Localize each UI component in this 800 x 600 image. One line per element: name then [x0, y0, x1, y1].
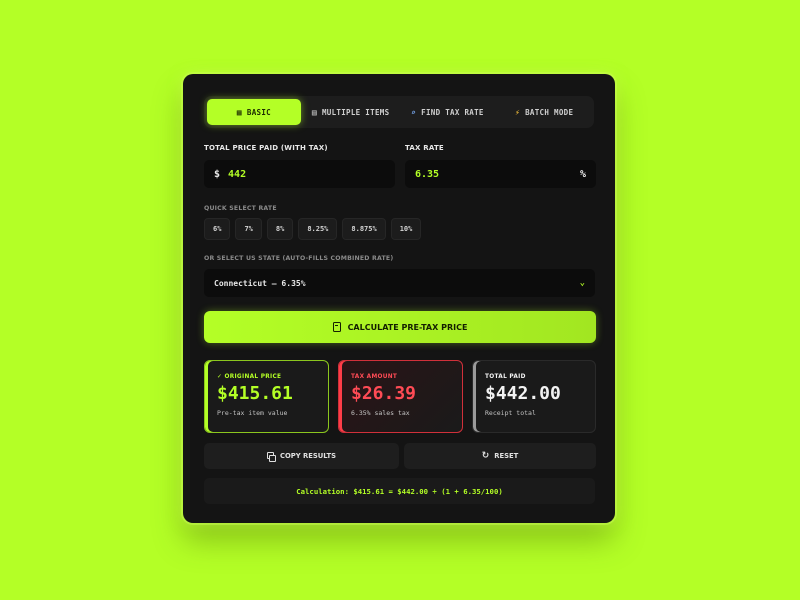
tax-amount-sub: 6.35% sales tax — [351, 409, 410, 417]
state-select[interactable]: Connecticut — 6.35% ⌄ — [204, 269, 595, 297]
list-icon: ▤ — [311, 107, 317, 117]
price-value: 442 — [228, 168, 247, 180]
total-paid-sub: Receipt total — [485, 409, 536, 417]
state-select-label: OR SELECT US STATE (AUTO-FILLS COMBINED … — [204, 255, 394, 262]
currency-symbol: $ — [214, 168, 221, 180]
rate-chip-8-875[interactable]: 8.875% — [342, 218, 386, 240]
total-paid-value: $442.00 — [485, 383, 561, 404]
tab-batch-mode[interactable]: ⚡ BATCH MODE — [497, 99, 591, 125]
copy-icon — [266, 452, 277, 462]
price-label: TOTAL PRICE PAID (WITH TAX) — [204, 144, 328, 152]
calculation-formula: Calculation: $415.61 = $442.00 ÷ (1 + 6.… — [204, 478, 595, 504]
tab-find-tax-rate[interactable]: ⌕ FIND TAX RATE — [401, 99, 495, 125]
rate-chip-6[interactable]: 6% — [204, 218, 231, 240]
tax-amount-title: TAX AMOUNT — [351, 374, 398, 380]
original-price-value: $415.61 — [217, 383, 293, 404]
tab-label: FIND TAX RATE — [421, 107, 484, 117]
calculator-icon — [332, 322, 341, 332]
quick-rate-chips: 6% 7% 8% 8.25% 8.875% 10% — [204, 218, 422, 240]
tab-label: BATCH MODE — [525, 107, 574, 117]
reset-icon: ↻ — [481, 451, 490, 461]
original-price-card: ✓ ORIGINAL PRICE $415.61 Pre-tax item va… — [204, 360, 329, 433]
quick-select-label: QUICK SELECT RATE — [204, 205, 277, 212]
copy-results-button[interactable]: COPY RESULTS — [204, 443, 399, 469]
calculate-label: CALCULATE PRE-TAX PRICE — [347, 322, 468, 332]
tax-rate-input[interactable]: 6.35 % — [405, 160, 596, 188]
total-paid-card: TOTAL PAID $442.00 Receipt total — [472, 360, 596, 433]
copy-label: COPY RESULTS — [279, 452, 337, 460]
rate-chip-10[interactable]: 10% — [390, 218, 422, 240]
reset-button[interactable]: ↻ RESET — [404, 443, 596, 469]
tab-label: MULTIPLE ITEMS — [321, 107, 390, 117]
original-price-title: ✓ ORIGINAL PRICE — [217, 374, 282, 380]
calculator-icon: ▦ — [236, 107, 242, 117]
search-icon: ⌕ — [411, 107, 417, 117]
tax-calculator-card: ▦ BASIC ▤ MULTIPLE ITEMS ⌕ FIND TAX RATE… — [183, 74, 615, 523]
rate-chip-7[interactable]: 7% — [235, 218, 262, 240]
price-input[interactable]: $ 442 — [204, 160, 395, 188]
original-price-sub: Pre-tax item value — [217, 409, 288, 417]
lightning-icon: ⚡ — [514, 107, 521, 117]
percent-unit: % — [579, 168, 586, 180]
tax-rate-label: TAX RATE — [405, 144, 444, 152]
tab-multiple-items[interactable]: ▤ MULTIPLE ITEMS — [304, 99, 398, 125]
tax-amount-value: $26.39 — [351, 383, 417, 404]
calculate-button[interactable]: CALCULATE PRE-TAX PRICE — [204, 311, 596, 343]
reset-label: RESET — [494, 452, 519, 460]
total-paid-title: TOTAL PAID — [485, 374, 526, 380]
tax-amount-card: TAX AMOUNT $26.39 6.35% sales tax — [338, 360, 463, 433]
state-select-value: Connecticut — 6.35% — [214, 278, 306, 288]
chevron-down-icon: ⌄ — [579, 278, 585, 288]
tax-rate-value: 6.35 — [415, 168, 440, 180]
rate-chip-8-25[interactable]: 8.25% — [298, 218, 338, 240]
tab-label: BASIC — [246, 107, 271, 117]
tab-basic[interactable]: ▦ BASIC — [207, 99, 301, 125]
mode-tabs: ▦ BASIC ▤ MULTIPLE ITEMS ⌕ FIND TAX RATE… — [204, 96, 594, 128]
rate-chip-8[interactable]: 8% — [266, 218, 294, 240]
